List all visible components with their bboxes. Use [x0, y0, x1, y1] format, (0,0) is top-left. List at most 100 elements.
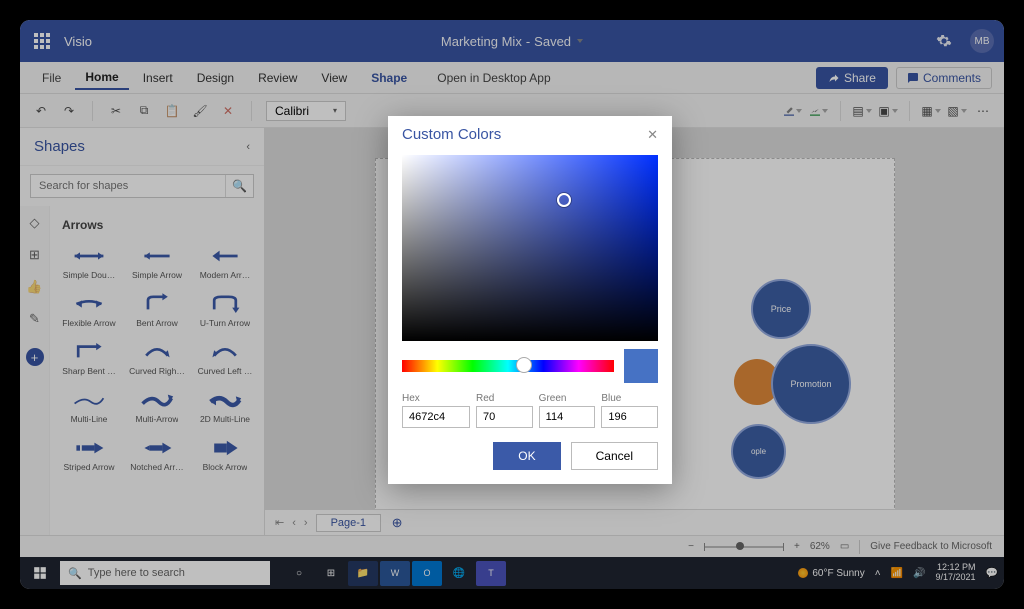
- app-launcher-icon[interactable]: [34, 33, 50, 49]
- arrange-tool[interactable]: ▣: [879, 102, 897, 120]
- copy-icon[interactable]: ⧉: [135, 102, 153, 120]
- page-prev-icon[interactable]: ‹: [292, 517, 296, 529]
- page-next-icon[interactable]: ›: [304, 517, 308, 529]
- settings-icon[interactable]: [932, 29, 956, 53]
- tab-review[interactable]: Review: [248, 67, 307, 89]
- share-button[interactable]: Share: [816, 67, 888, 89]
- shape-item[interactable]: Notched Arr…: [124, 432, 190, 476]
- stencil-rail: ◇ ⊞ 👍 ✎ +: [20, 206, 50, 535]
- stencil-icon[interactable]: ✎: [26, 310, 44, 328]
- page-first-icon[interactable]: ⇤: [275, 516, 284, 529]
- diagram-circle[interactable]: Price: [751, 279, 811, 339]
- shape-item[interactable]: 2D Multi-Line: [192, 384, 258, 428]
- start-button[interactable]: [26, 561, 54, 585]
- diagram-circle[interactable]: ople: [731, 424, 786, 479]
- align-tool[interactable]: ▤: [853, 102, 871, 120]
- teams-icon[interactable]: T: [476, 561, 506, 586]
- shape-label: Striped Arrow: [63, 462, 114, 472]
- zoom-out-icon[interactable]: −: [688, 541, 694, 552]
- red-input[interactable]: [476, 406, 533, 428]
- shape-item[interactable]: Curved Righ…: [124, 336, 190, 380]
- stencil-icon[interactable]: 👍: [26, 278, 44, 296]
- add-page-button[interactable]: ⊕: [389, 514, 405, 532]
- file-explorer-icon[interactable]: 📁: [348, 561, 378, 586]
- close-icon[interactable]: ✕: [647, 127, 658, 143]
- paste-icon[interactable]: 📋: [163, 102, 181, 120]
- hue-slider[interactable]: [402, 360, 614, 372]
- custom-colors-dialog: Custom Colors ✕ Hex Red Green Blue OK Ca…: [388, 116, 672, 484]
- comments-button[interactable]: Comments: [896, 67, 992, 89]
- shape-item[interactable]: Block Arrow: [192, 432, 258, 476]
- send-back-icon[interactable]: ▧: [948, 102, 966, 120]
- blue-input[interactable]: [601, 406, 658, 428]
- page-tab[interactable]: Page-1: [316, 514, 381, 532]
- network-icon[interactable]: 📶: [891, 568, 903, 579]
- search-icon[interactable]: 🔍: [225, 175, 253, 197]
- arrow-shape-icon: [71, 340, 107, 364]
- shape-item[interactable]: Simple Arrow: [124, 240, 190, 284]
- outlook-icon[interactable]: O: [412, 561, 442, 586]
- redo-icon[interactable]: ↷: [60, 102, 78, 120]
- tab-shape[interactable]: Shape: [361, 67, 417, 89]
- shape-item[interactable]: Sharp Bent …: [56, 336, 122, 380]
- line-color-tool[interactable]: [810, 102, 828, 120]
- tab-design[interactable]: Design: [187, 67, 244, 89]
- cut-icon[interactable]: ✂: [107, 102, 125, 120]
- fill-color-tool[interactable]: [784, 102, 802, 120]
- more-icon[interactable]: ⋯: [974, 102, 992, 120]
- collapse-panel-icon[interactable]: ‹: [246, 141, 250, 153]
- add-stencil-button[interactable]: +: [26, 348, 44, 366]
- shape-item[interactable]: Simple Dou…: [56, 240, 122, 284]
- shape-item[interactable]: Striped Arrow: [56, 432, 122, 476]
- shape-item[interactable]: Flexible Arrow: [56, 288, 122, 332]
- hue-thumb[interactable]: [516, 357, 532, 373]
- notifications-icon[interactable]: 💬: [986, 568, 998, 579]
- shapes-panel-title: Shapes: [34, 138, 85, 155]
- stencil-icon[interactable]: ⊞: [26, 246, 44, 264]
- cancel-button[interactable]: Cancel: [571, 442, 658, 470]
- task-view-icon[interactable]: ⊞: [316, 561, 346, 586]
- green-input[interactable]: [539, 406, 596, 428]
- sv-cursor[interactable]: [557, 193, 571, 207]
- zoom-slider[interactable]: [704, 546, 784, 548]
- shape-item[interactable]: Multi-Arrow: [124, 384, 190, 428]
- fit-page-icon[interactable]: ▭: [840, 541, 849, 552]
- format-painter-icon[interactable]: 🖌: [191, 102, 209, 120]
- hex-input[interactable]: [402, 406, 470, 428]
- zoom-level: 62%: [810, 541, 830, 552]
- color-preview: [624, 349, 658, 383]
- word-icon[interactable]: W: [380, 561, 410, 586]
- shape-item[interactable]: U-Turn Arrow: [192, 288, 258, 332]
- doc-saved-state: Saved: [534, 34, 571, 49]
- shape-item[interactable]: Multi-Line: [56, 384, 122, 428]
- diagram-circle[interactable]: Promotion: [771, 344, 851, 424]
- shape-item[interactable]: Bent Arrow: [124, 288, 190, 332]
- zoom-in-icon[interactable]: +: [794, 541, 800, 552]
- font-selector[interactable]: Calibri▾: [266, 101, 346, 121]
- tab-view[interactable]: View: [311, 67, 357, 89]
- app-name: Visio: [64, 34, 92, 49]
- feedback-link[interactable]: Give Feedback to Microsoft: [870, 541, 992, 552]
- stencil-icon[interactable]: ◇: [26, 214, 44, 232]
- undo-icon[interactable]: ↶: [32, 102, 50, 120]
- tray-chevron-icon[interactable]: ˄: [875, 568, 881, 579]
- open-in-desktop[interactable]: Open in Desktop App: [437, 71, 550, 85]
- user-avatar[interactable]: MB: [970, 29, 994, 53]
- tab-file[interactable]: File: [32, 67, 71, 89]
- sound-icon[interactable]: 🔊: [913, 568, 925, 579]
- shapes-search-input[interactable]: [31, 175, 225, 197]
- cortana-icon[interactable]: ○: [284, 561, 314, 586]
- taskbar-search[interactable]: 🔍 Type here to search: [60, 561, 270, 585]
- weather-widget[interactable]: 60°F Sunny: [798, 568, 864, 579]
- delete-icon[interactable]: ✕: [219, 102, 237, 120]
- shape-item[interactable]: Curved Left …: [192, 336, 258, 380]
- edge-icon[interactable]: 🌐: [444, 561, 474, 586]
- saturation-value-picker[interactable]: [402, 155, 658, 341]
- tab-home[interactable]: Home: [75, 66, 128, 90]
- bring-front-icon[interactable]: ▦: [922, 102, 940, 120]
- ok-button[interactable]: OK: [493, 442, 560, 470]
- tab-insert[interactable]: Insert: [133, 67, 183, 89]
- doc-title[interactable]: Marketing Mix - Saved: [92, 34, 932, 49]
- shape-item[interactable]: Modern Arr…: [192, 240, 258, 284]
- clock[interactable]: 12:12 PM 9/17/2021: [936, 563, 976, 583]
